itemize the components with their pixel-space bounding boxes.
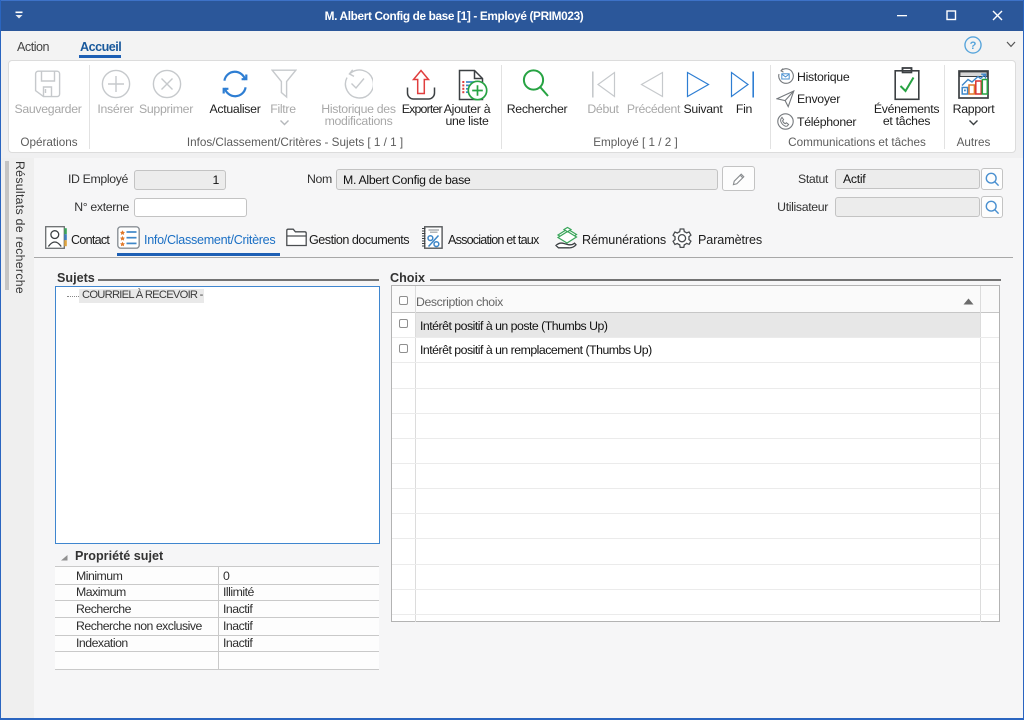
svg-text:?: ? bbox=[970, 40, 977, 52]
